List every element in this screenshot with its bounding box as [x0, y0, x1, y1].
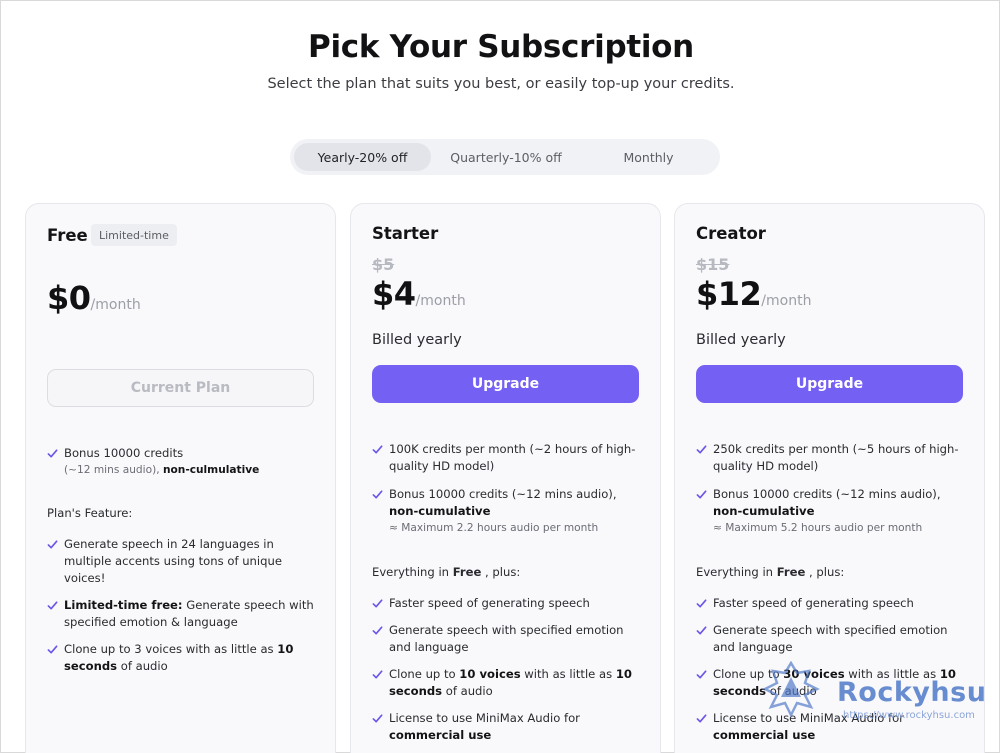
yearly-option[interactable]: Yearly-20% off	[294, 143, 431, 171]
credits-list: Bonus 10000 credits (~12 mins audio), no…	[47, 445, 322, 478]
list-item: 100K credits per month (~2 hours of high…	[372, 441, 647, 475]
list-item: 250k credits per month (~5 hours of high…	[696, 441, 971, 475]
plan-name: Creator	[696, 224, 766, 243]
credits-list: 250k credits per month (~5 hours of high…	[696, 441, 971, 536]
check-icon	[696, 599, 707, 608]
quarterly-option[interactable]: Quarterly-10% off	[431, 143, 581, 171]
billing-note: Billed yearly	[696, 332, 786, 348]
list-item: Generate speech with specified emotion a…	[696, 622, 971, 656]
current-plan-button[interactable]: Current Plan	[47, 369, 314, 407]
list-item: Bonus 10000 credits (~12 mins audio), no…	[47, 445, 322, 478]
plan-price: $12/month	[696, 275, 811, 313]
everything-label: Everything in Free , plus:	[696, 565, 845, 579]
plan-card-creator: Creator $15 $12/month Billed yearly Upgr…	[674, 203, 985, 753]
list-item: Generate speech in 24 languages in multi…	[47, 536, 322, 587]
plan-price: $4/month	[372, 275, 466, 313]
upgrade-button[interactable]: Upgrade	[696, 365, 963, 403]
price-value: $12	[696, 275, 762, 313]
billing-note: Billed yearly	[372, 332, 462, 348]
list-item: Faster speed of generating speech	[372, 595, 647, 612]
price-period: /month	[415, 293, 466, 309]
list-item: Bonus 10000 credits (~12 mins audio), no…	[372, 486, 647, 536]
check-icon	[696, 670, 707, 679]
original-price: $5	[372, 255, 395, 274]
everything-label: Everything in Free , plus:	[372, 565, 521, 579]
check-icon	[47, 540, 58, 549]
feature-list: Faster speed of generating speech Genera…	[372, 595, 647, 744]
list-item: License to use MiniMax Audio for commerc…	[372, 710, 647, 744]
plan-name: Starter	[372, 224, 439, 243]
price-period: /month	[90, 297, 141, 313]
list-item: Bonus 10000 credits (~12 mins audio), no…	[696, 486, 971, 536]
check-icon	[372, 490, 383, 499]
check-icon	[696, 626, 707, 635]
monthly-option[interactable]: Monthly	[581, 143, 716, 171]
plan-card-starter: Starter $5 $4/month Billed yearly Upgrad…	[350, 203, 661, 753]
check-icon	[47, 645, 58, 654]
plan-price: $0/month	[47, 279, 141, 317]
features-label: Plan's Feature:	[47, 506, 133, 520]
check-icon	[372, 599, 383, 608]
list-item: Clone up to 3 voices with as little as 1…	[47, 641, 322, 675]
original-price: $15	[696, 255, 730, 274]
page-subtitle: Select the plan that suits you best, or …	[267, 76, 735, 92]
price-value: $0	[47, 279, 91, 317]
list-item: Faster speed of generating speech	[696, 595, 971, 612]
check-icon	[696, 445, 707, 454]
list-item: Limited-time free: Generate speech with …	[47, 597, 322, 631]
price-value: $4	[372, 275, 416, 313]
watermark-text: Rockyhsu	[837, 677, 987, 708]
watermark-url: https://www.rockyhsu.com	[843, 710, 975, 721]
list-item: Generate speech with specified emotion a…	[372, 622, 647, 656]
price-period: /month	[761, 293, 812, 309]
feature-list: Generate speech in 24 languages in multi…	[47, 536, 322, 675]
check-icon	[372, 445, 383, 454]
plan-card-free: Free Limited-time $0/month Current Plan …	[25, 203, 336, 753]
check-icon	[372, 626, 383, 635]
credits-list: 100K credits per month (~2 hours of high…	[372, 441, 647, 536]
page-title: Pick Your Subscription	[308, 29, 694, 65]
limited-time-badge: Limited-time	[91, 224, 177, 246]
upgrade-button[interactable]: Upgrade	[372, 365, 639, 403]
plan-name: Free	[47, 226, 88, 245]
check-icon	[372, 714, 383, 723]
check-icon	[696, 714, 707, 723]
check-icon	[47, 449, 58, 458]
feature-list: Faster speed of generating speech Genera…	[696, 595, 971, 744]
billing-period-toggle: Yearly-20% off Quarterly-10% off Monthly	[290, 139, 720, 175]
list-item: Clone up to 10 voices with as little as …	[372, 666, 647, 700]
check-icon	[696, 490, 707, 499]
check-icon	[372, 670, 383, 679]
check-icon	[47, 601, 58, 610]
